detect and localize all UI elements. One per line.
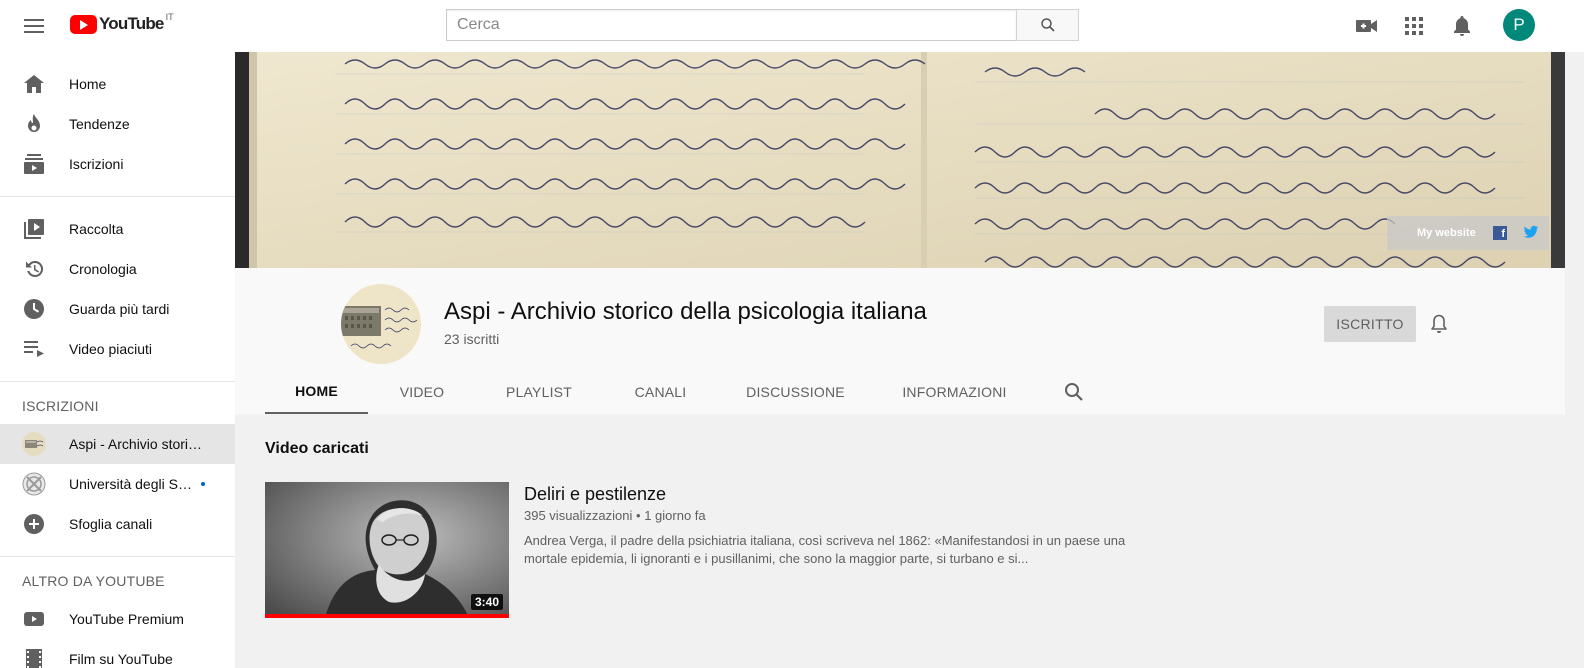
youtube-premium-icon bbox=[22, 607, 46, 631]
guide-menu-button[interactable] bbox=[16, 10, 52, 42]
sidebar-item-unimib-channel[interactable]: Università degli Studi di Milano-Bicocca bbox=[0, 464, 235, 504]
channel-avatar-image bbox=[341, 284, 421, 364]
sidebar-item-watch-later[interactable]: Guarda più tardi bbox=[0, 289, 235, 329]
channel-content: Video caricati 3:40 Deliri e pestilenze … bbox=[235, 414, 1565, 668]
video-thumbnail[interactable]: 3:40 bbox=[265, 482, 509, 618]
channel-header: Aspi - Archivio storico della psicologia… bbox=[235, 268, 1565, 414]
film-strip-icon bbox=[22, 647, 46, 668]
sidebar-item-label: Sfoglia canali bbox=[69, 516, 153, 532]
search-input[interactable] bbox=[446, 9, 1016, 41]
flame-icon bbox=[22, 112, 46, 136]
video-duration: 3:40 bbox=[470, 594, 503, 610]
channel-banner: My website f bbox=[235, 52, 1565, 268]
tab-home[interactable]: HOME bbox=[265, 370, 368, 414]
more-from-youtube-heading: ALTRO DA YOUTUBE bbox=[22, 573, 165, 589]
sidebar-item-label: YouTube Premium bbox=[69, 611, 184, 627]
subscriber-count: 23 iscritti bbox=[444, 331, 500, 347]
search-box bbox=[446, 9, 1079, 41]
apps-grid-icon bbox=[1405, 17, 1423, 35]
sidebar-item-subscriptions[interactable]: Iscrizioni bbox=[0, 144, 235, 184]
channel-avatar[interactable] bbox=[341, 284, 421, 364]
upload-age: 1 giorno fa bbox=[644, 508, 706, 523]
hamburger-icon bbox=[24, 19, 44, 33]
section-title[interactable]: Video caricati bbox=[265, 440, 369, 458]
sidebar-item-browse-channels[interactable]: Sfoglia canali bbox=[0, 504, 235, 544]
apps-button[interactable] bbox=[1400, 12, 1428, 40]
bell-outline-icon bbox=[1431, 314, 1447, 333]
masthead: YouTube IT P bbox=[0, 0, 1584, 52]
subscriptions-icon bbox=[22, 152, 46, 176]
subscribed-button[interactable]: ISCRITTO bbox=[1324, 306, 1416, 342]
youtube-logo[interactable]: YouTube IT bbox=[70, 12, 174, 34]
sidebar-item-label: Cronologia bbox=[69, 261, 137, 277]
channel-avatar-icon bbox=[22, 432, 46, 456]
history-icon bbox=[22, 257, 46, 281]
sidebar: Home Tendenze Iscrizioni Raccolta Cronol… bbox=[0, 52, 235, 668]
search-icon bbox=[1065, 383, 1083, 401]
bell-icon bbox=[1454, 16, 1470, 36]
add-circle-icon bbox=[22, 512, 46, 536]
sidebar-item-liked-videos[interactable]: Video piaciuti bbox=[0, 329, 235, 369]
clock-icon bbox=[22, 297, 46, 321]
video-camera-plus-icon bbox=[1356, 20, 1377, 32]
sidebar-divider bbox=[0, 381, 235, 382]
tab-about[interactable]: INFORMAZIONI bbox=[872, 370, 1037, 414]
logo-text: YouTube bbox=[99, 14, 164, 33]
sidebar-item-label: Raccolta bbox=[69, 221, 124, 237]
notifications-button[interactable] bbox=[1448, 12, 1476, 40]
handwritten-letter-image bbox=[235, 52, 1565, 268]
play-logo-icon bbox=[70, 14, 97, 34]
sidebar-item-trending[interactable]: Tendenze bbox=[0, 104, 235, 144]
sidebar-item-label: Aspi - Archivio storico della psicologia… bbox=[69, 436, 209, 452]
tab-search-button[interactable] bbox=[1062, 370, 1086, 414]
playlist-icon bbox=[22, 337, 46, 361]
home-icon bbox=[22, 72, 46, 96]
sidebar-item-home[interactable]: Home bbox=[0, 64, 235, 104]
channel-tabs: HOME VIDEO PLAYLIST CANALI DISCUSSIONE I… bbox=[265, 370, 1086, 414]
view-count: 395 visualizzazioni bbox=[524, 508, 633, 523]
logo-country-code: IT bbox=[165, 12, 174, 22]
university-logo-icon bbox=[22, 472, 46, 496]
tab-channels[interactable]: CANALI bbox=[602, 370, 719, 414]
channel-title: Aspi - Archivio storico della psicologia… bbox=[444, 298, 927, 325]
watch-progress-bar bbox=[265, 614, 509, 618]
sidebar-item-library[interactable]: Raccolta bbox=[0, 209, 235, 249]
sidebar-item-label: Iscrizioni bbox=[69, 156, 124, 172]
sidebar-item-label: Home bbox=[69, 76, 107, 92]
account-avatar[interactable]: P bbox=[1503, 9, 1535, 41]
video-metadata: 395 visualizzazioni • 1 giorno fa bbox=[524, 508, 706, 523]
sidebar-divider bbox=[0, 196, 235, 197]
sidebar-item-label: Video piaciuti bbox=[69, 341, 153, 357]
channel-notifications-button[interactable] bbox=[1427, 312, 1451, 336]
meta-separator: • bbox=[636, 508, 645, 523]
twitter-icon[interactable] bbox=[1523, 224, 1539, 240]
video-title[interactable]: Deliri e pestilenze bbox=[524, 484, 666, 505]
new-content-dot bbox=[201, 482, 205, 486]
create-video-button[interactable] bbox=[1353, 12, 1381, 40]
sidebar-item-label: Guarda più tardi bbox=[69, 301, 170, 317]
library-icon bbox=[22, 217, 46, 241]
tab-playlist[interactable]: PLAYLIST bbox=[476, 370, 602, 414]
tab-discussion[interactable]: DISCUSSIONE bbox=[719, 370, 872, 414]
sidebar-divider bbox=[0, 556, 235, 557]
sidebar-item-history[interactable]: Cronologia bbox=[0, 249, 235, 289]
sidebar-item-label: Film su YouTube bbox=[69, 651, 173, 667]
subscriptions-heading: ISCRIZIONI bbox=[22, 398, 99, 414]
sidebar-item-label: Università degli Studi di Milano-Bicocca bbox=[69, 476, 193, 492]
tab-video[interactable]: VIDEO bbox=[368, 370, 476, 414]
facebook-icon[interactable]: f bbox=[1493, 226, 1507, 240]
sidebar-item-youtube-movies[interactable]: Film su YouTube bbox=[0, 639, 235, 668]
video-description: Andrea Verga, il padre della psichiatria… bbox=[524, 533, 1126, 566]
search-button[interactable] bbox=[1016, 9, 1079, 41]
sidebar-item-youtube-premium[interactable]: YouTube Premium bbox=[0, 599, 235, 639]
sidebar-item-label: Tendenze bbox=[69, 116, 130, 132]
sidebar-item-aspi-channel[interactable]: Aspi - Archivio storico della psicologia… bbox=[0, 424, 235, 464]
page-scrollbar[interactable] bbox=[1565, 52, 1584, 668]
search-icon bbox=[1040, 18, 1055, 32]
